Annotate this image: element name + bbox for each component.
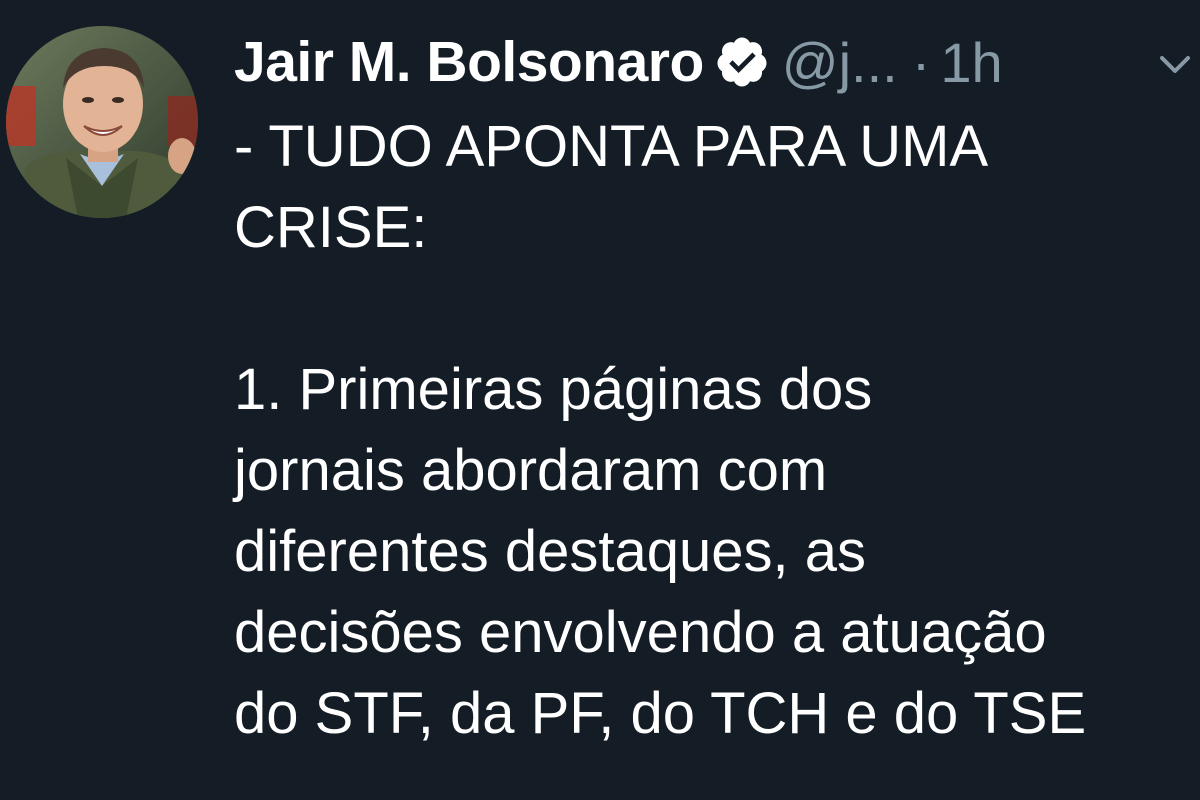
tweet-text-line: 1. Primeiras páginas dos [234,357,873,422]
tweet-text-line: decisões envolvendo a atuação [234,600,1047,665]
tweet-text-line: jornais abordaram com [234,438,828,503]
author-avatar[interactable] [6,26,198,218]
tweet-text-line: do STF, da PF, do TCH e do TSE [234,681,1087,746]
author-name[interactable]: Jair M. Bolsonaro [234,29,704,95]
author-handle[interactable]: @j... [782,30,898,95]
chevron-down-icon[interactable] [1150,38,1200,88]
tweet-card: Jair M. Bolsonaro @j... · 1h - TUDO APON… [0,0,1200,800]
tweet-text-line: - TUDO APONTA PARA UMA [234,114,989,179]
tweet-timestamp[interactable]: 1h [940,30,1002,95]
tweet-text-line: CRISE: [234,195,428,260]
tweet-header: Jair M. Bolsonaro @j... · 1h [234,22,1003,102]
separator-dot: · [911,30,931,94]
tweet-text-line: diferentes destaques, as [234,519,866,584]
avatar-photo-icon [6,26,198,218]
tweet-text: - TUDO APONTA PARA UMA CRISE: 1. Primeir… [234,106,1200,754]
verified-badge-icon [714,34,770,90]
